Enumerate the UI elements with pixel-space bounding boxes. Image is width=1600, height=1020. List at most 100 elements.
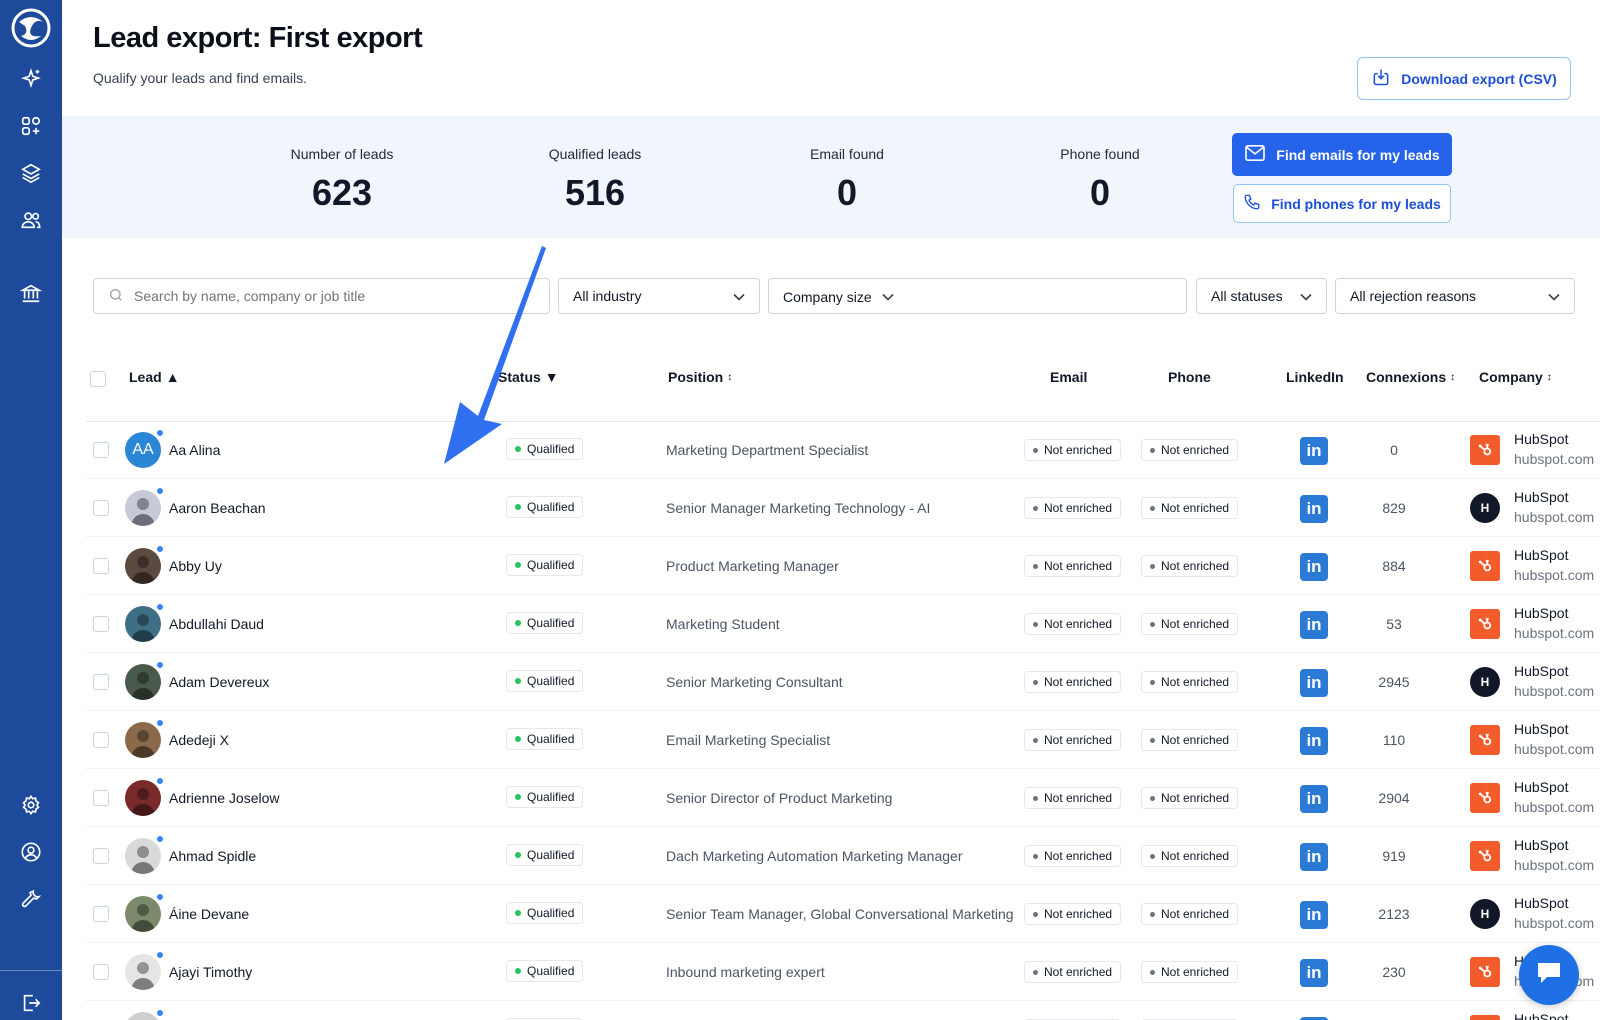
stat-label: Email found: [810, 146, 884, 162]
table-row[interactable]: Qualified Not enriched Not enriched in H…: [86, 1002, 1600, 1020]
linkedin-icon[interactable]: in: [1300, 727, 1328, 755]
company-domain: hubspot.com: [1514, 683, 1595, 699]
row-checkbox[interactable]: [93, 848, 109, 864]
stat-value: 0: [836, 172, 858, 213]
company-name[interactable]: HubSpot: [1514, 779, 1568, 795]
linkedin-icon[interactable]: in: [1300, 901, 1328, 929]
row-checkbox[interactable]: [93, 732, 109, 748]
logout-icon[interactable]: [14, 986, 48, 1020]
row-checkbox[interactable]: [93, 442, 109, 458]
company-name[interactable]: HubSpot: [1514, 895, 1568, 911]
lead-name[interactable]: Abdullahi Daud: [169, 616, 264, 632]
linkedin-icon[interactable]: in: [1300, 553, 1328, 581]
table-row[interactable]: Ajayi Timothy Qualified Inbound marketin…: [86, 944, 1600, 1001]
table-row[interactable]: Ahmad Spidle Qualified Dach Marketing Au…: [86, 828, 1600, 885]
column-header-linkedin: LinkedIn: [1286, 369, 1344, 385]
users-icon[interactable]: [14, 203, 48, 237]
column-header-company[interactable]: Company ↕: [1479, 369, 1552, 385]
company-name[interactable]: HubSpot: [1514, 721, 1568, 737]
linkedin-icon[interactable]: in: [1300, 495, 1328, 523]
status-dot-icon: [515, 620, 521, 626]
company-name[interactable]: HubSpot: [1514, 489, 1568, 505]
linkedin-icon[interactable]: in: [1300, 669, 1328, 697]
row-checkbox[interactable]: [93, 906, 109, 922]
company-name[interactable]: HubSpot: [1514, 431, 1568, 447]
download-icon: [1371, 67, 1391, 90]
phone-status: Not enriched: [1161, 907, 1230, 921]
avatar: [125, 896, 161, 932]
linkedin-icon[interactable]: in: [1300, 959, 1328, 987]
linkedin-icon[interactable]: in: [1300, 785, 1328, 813]
company-logo: [1470, 725, 1500, 755]
sparkles-icon[interactable]: [14, 62, 48, 96]
online-indicator: [156, 603, 164, 611]
table-row[interactable]: Adam Devereux Qualified Senior Marketing…: [86, 654, 1600, 711]
status-dot-icon: [515, 504, 521, 510]
table-row[interactable]: Áine Devane Qualified Senior Team Manage…: [86, 886, 1600, 943]
company-logo: [1470, 551, 1500, 581]
row-checkbox[interactable]: [93, 674, 109, 690]
linkedin-icon[interactable]: in: [1300, 437, 1328, 465]
column-header-lead[interactable]: Lead ▲: [129, 369, 180, 385]
table-row[interactable]: Abdullahi Daud Qualified Marketing Stude…: [86, 596, 1600, 653]
company-logo: [1470, 841, 1500, 871]
row-checkbox[interactable]: [93, 616, 109, 632]
lead-name[interactable]: Aa Alina: [169, 442, 220, 458]
badge-dot-icon: [1033, 621, 1038, 627]
column-header-position[interactable]: Position ↕: [668, 369, 732, 385]
table-row[interactable]: Abby Uy Qualified Product Marketing Mana…: [86, 538, 1600, 595]
phone-badge: Not enriched: [1141, 845, 1239, 867]
download-export-button[interactable]: Download export (CSV): [1357, 57, 1571, 100]
lead-name[interactable]: Ajayi Timothy: [169, 964, 252, 980]
column-header-connexions[interactable]: Connexions ↕: [1366, 369, 1455, 385]
row-checkbox[interactable]: [93, 500, 109, 516]
email-badge: Not enriched: [1024, 497, 1122, 519]
lead-name[interactable]: Aaron Beachan: [169, 500, 266, 516]
column-header-label: LinkedIn: [1286, 369, 1344, 385]
company-name[interactable]: HubSpot: [1514, 663, 1568, 679]
wrench-icon[interactable]: [14, 882, 48, 916]
linkedin-icon[interactable]: in: [1300, 843, 1328, 871]
row-checkbox[interactable]: [93, 964, 109, 980]
layers-icon[interactable]: [14, 156, 48, 190]
bank-icon[interactable]: [14, 276, 48, 310]
linkedin-icon[interactable]: in: [1300, 611, 1328, 639]
stat-label: Qualified leads: [548, 146, 642, 162]
lead-name[interactable]: Adam Devereux: [169, 674, 269, 690]
industry-select[interactable]: All industry: [558, 278, 760, 314]
select-all-checkbox[interactable]: [90, 371, 106, 387]
badge-dot-icon: [1033, 563, 1038, 569]
gear-icon[interactable]: [14, 788, 48, 822]
company-name[interactable]: HubSpot: [1514, 837, 1568, 853]
lead-name[interactable]: Adedeji X: [169, 732, 229, 748]
table-row[interactable]: Adrienne Joselow Qualified Senior Direct…: [86, 770, 1600, 827]
company-name[interactable]: HubSpot: [1514, 1011, 1568, 1020]
lead-name[interactable]: Ahmad Spidle: [169, 848, 256, 864]
find-emails-button[interactable]: Find emails for my leads: [1232, 133, 1452, 176]
table-row[interactable]: AA Aa Alina Qualified Marketing Departme…: [86, 422, 1600, 479]
annotation-arrow: [444, 246, 546, 464]
find-phones-button[interactable]: Find phones for my leads: [1233, 184, 1451, 223]
apps-icon[interactable]: [14, 109, 48, 143]
lead-name[interactable]: Abby Uy: [169, 558, 222, 574]
chevron-down-icon: [1548, 288, 1560, 304]
account-icon[interactable]: [14, 835, 48, 869]
company-size-select[interactable]: Company size: [768, 278, 1187, 314]
company-name[interactable]: HubSpot: [1514, 605, 1568, 621]
sidebar: [0, 0, 62, 1020]
connexions-count: 53: [1386, 616, 1402, 632]
row-checkbox[interactable]: [93, 790, 109, 806]
lead-name[interactable]: Adrienne Joselow: [169, 790, 280, 806]
table-row[interactable]: Adedeji X Qualified Email Marketing Spec…: [86, 712, 1600, 769]
phone-status: Not enriched: [1161, 501, 1230, 515]
status-select[interactable]: All statuses: [1196, 278, 1327, 314]
lead-name[interactable]: Áine Devane: [169, 906, 249, 922]
badge-dot-icon: [1150, 969, 1155, 975]
table-row[interactable]: Aaron Beachan Qualified Senior Manager M…: [86, 480, 1600, 537]
rejection-reason-select[interactable]: All rejection reasons: [1335, 278, 1575, 314]
row-checkbox[interactable]: [93, 558, 109, 574]
company-name[interactable]: HubSpot: [1514, 547, 1568, 563]
online-indicator: [156, 487, 164, 495]
chat-button[interactable]: [1519, 945, 1579, 1005]
logo-icon[interactable]: [11, 8, 51, 48]
